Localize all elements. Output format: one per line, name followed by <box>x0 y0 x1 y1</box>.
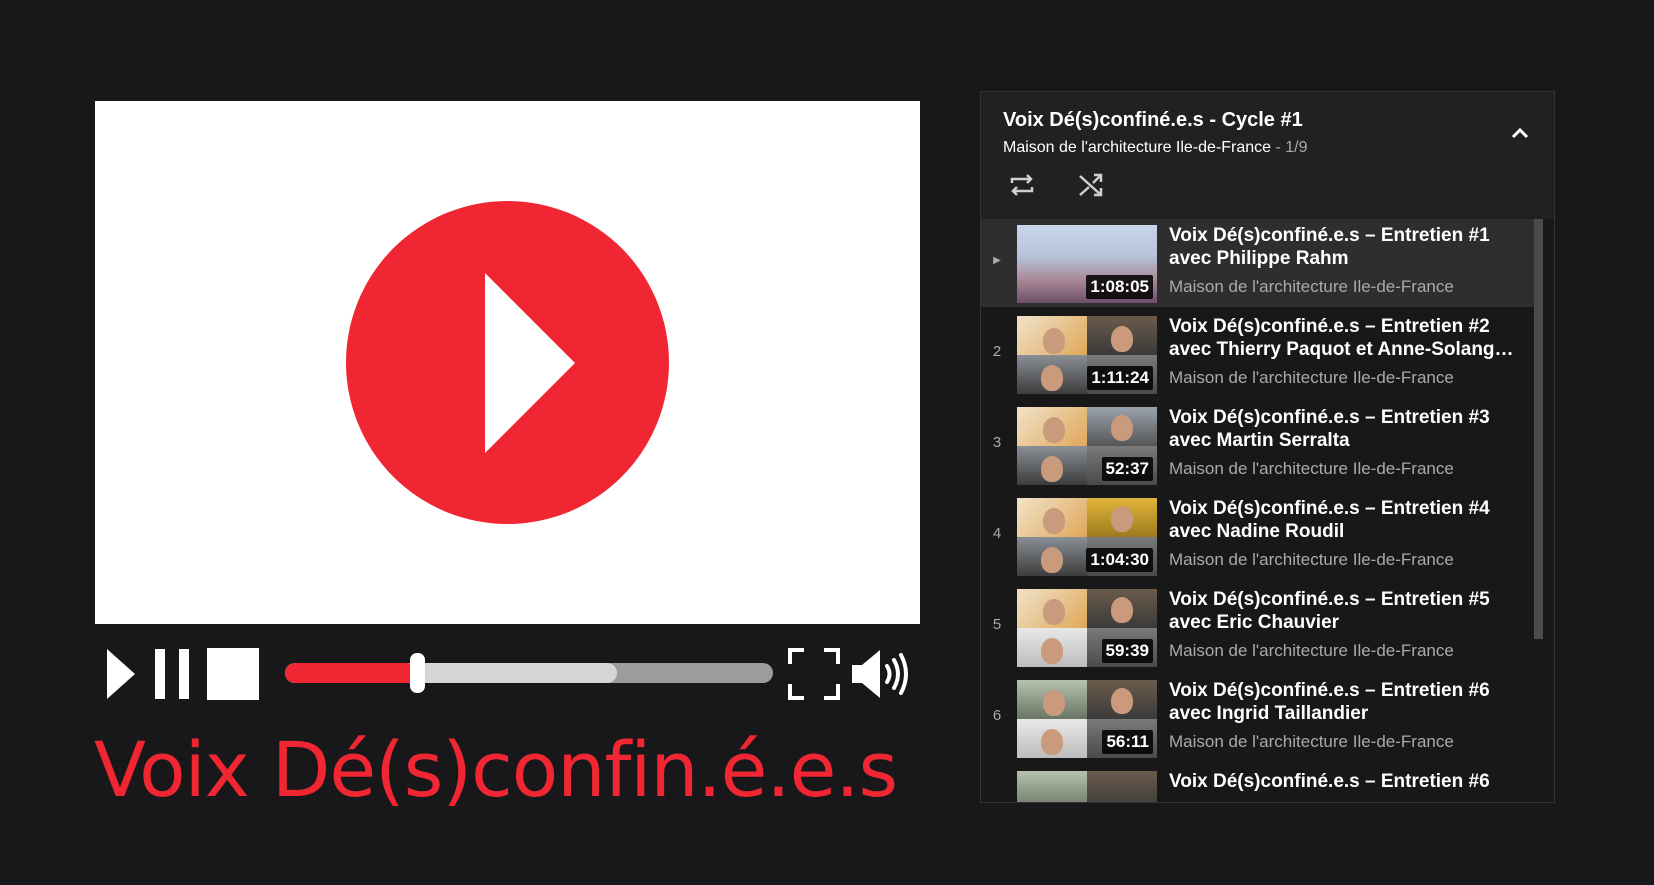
video-duration: 52:37 <box>1101 457 1153 481</box>
now-playing-icon: ▶ <box>993 255 1001 266</box>
thumbnail-image <box>1087 498 1157 537</box>
playlist-item[interactable]: Voix Dé(s)confiné.e.s – Entretien #6 <box>981 765 1541 802</box>
video-thumbnail[interactable]: 52:37 <box>1017 407 1157 485</box>
playlist-index: 2 <box>992 343 1002 360</box>
shuffle-icon <box>1079 173 1103 197</box>
video-title[interactable]: Voix Dé(s)confiné.e.s – Entretien #6 <box>1169 770 1519 793</box>
playlist-item[interactable]: 4 1:04:30 Voix Dé(s)confiné.e.s – Entret… <box>981 492 1541 580</box>
thumbnail-image <box>1017 589 1087 628</box>
video-channel: Maison de l'architecture Ile-de-France <box>1169 277 1454 296</box>
video-title[interactable]: Voix Dé(s)confiné.e.s – Entretien #5 ave… <box>1169 588 1519 634</box>
thumbnail-image <box>1017 719 1087 758</box>
playlist-index: 6 <box>992 707 1002 724</box>
thumbnail-image <box>1017 355 1087 394</box>
video-channel: Maison de l'architecture Ile-de-France <box>1169 550 1454 569</box>
video-title[interactable]: Voix Dé(s)confiné.e.s – Entretien #2 ave… <box>1169 315 1519 361</box>
loop-button[interactable] <box>1007 170 1037 200</box>
thumbnail-image <box>1017 446 1087 485</box>
chevron-up-icon <box>1511 127 1529 139</box>
repeat-icon <box>1010 174 1034 196</box>
video-thumbnail[interactable]: 59:39 <box>1017 589 1157 667</box>
video-duration: 1:11:24 <box>1087 366 1153 390</box>
video-title[interactable]: Voix Dé(s)confiné.e.s – Entretien #3 ave… <box>1169 406 1519 452</box>
playlist-item[interactable]: 5 59:39 Voix Dé(s)confiné.e.s – Entretie… <box>981 583 1541 671</box>
playlist-scrollbar[interactable] <box>1534 219 1543 639</box>
playlist-item[interactable]: 2 1:11:24 Voix Dé(s)confiné.e.s – Entret… <box>981 310 1541 398</box>
playlist-item[interactable]: 6 56:11 Voix Dé(s)confiné.e.s – Entretie… <box>981 674 1541 762</box>
video-channel: Maison de l'architecture Ile-de-France <box>1169 368 1454 387</box>
pause-button[interactable] <box>155 649 189 699</box>
video-title[interactable]: Voix Dé(s)confiné.e.s – Entretien #6 ave… <box>1169 679 1519 725</box>
video-channel: Maison de l'architecture Ile-de-France <box>1169 732 1454 751</box>
video-thumbnail[interactable]: 1:04:30 <box>1017 498 1157 576</box>
video-duration: 1:08:05 <box>1086 275 1153 299</box>
thumbnail-image <box>1087 407 1157 446</box>
video-duration: 56:11 <box>1102 730 1153 754</box>
playlist-item[interactable]: 3 52:37 Voix Dé(s)confiné.e.s – Entretie… <box>981 401 1541 489</box>
thumbnail-image <box>1087 589 1157 628</box>
playlist-header: Voix Dé(s)confiné.e.s - Cycle #1 Maison … <box>981 92 1554 218</box>
thumbnail-image <box>1017 316 1087 355</box>
thumbnail-image <box>1017 407 1087 446</box>
progress-played <box>285 663 417 683</box>
thumbnail-image <box>1087 771 1157 802</box>
video-thumbnail[interactable]: 1:11:24 <box>1017 316 1157 394</box>
thumbnail-image <box>1017 771 1087 802</box>
playlist-index: 5 <box>992 616 1002 633</box>
playlist-index: 3 <box>992 434 1002 451</box>
video-channel: Maison de l'architecture Ile-de-France <box>1169 641 1454 660</box>
stop-button[interactable] <box>207 648 259 700</box>
playlist-item[interactable]: ▶ 1:08:05 Voix Dé(s)confiné.e.s – Entret… <box>981 219 1541 307</box>
brand-title: Voix Dé(s)confin.é.e.s <box>94 725 898 814</box>
collapse-button[interactable] <box>1508 122 1532 146</box>
video-duration: 1:04:30 <box>1086 548 1153 572</box>
playlist-panel: Voix Dé(s)confiné.e.s - Cycle #1 Maison … <box>980 91 1555 803</box>
video-title[interactable]: Voix Dé(s)confiné.e.s – Entretien #1 ave… <box>1169 224 1519 270</box>
video-title[interactable]: Voix Dé(s)confiné.e.s – Entretien #4 ave… <box>1169 497 1519 543</box>
volume-icon <box>852 650 908 698</box>
shuffle-button[interactable] <box>1076 170 1106 200</box>
player-controls <box>95 645 920 705</box>
play-icon <box>485 273 575 453</box>
video-thumbnail[interactable]: 56:11 <box>1017 680 1157 758</box>
fullscreen-icon <box>788 648 840 700</box>
video-screen[interactable] <box>95 101 920 624</box>
playlist-title[interactable]: Voix Dé(s)confiné.e.s - Cycle #1 <box>1003 109 1303 132</box>
thumbnail-image <box>1087 680 1157 719</box>
video-duration: 59:39 <box>1101 639 1153 663</box>
playlist-index: 4 <box>992 525 1002 542</box>
thumbnail-image <box>1017 537 1087 576</box>
playlist-channel[interactable]: Maison de l'architecture Ile-de-France <box>1003 139 1271 156</box>
video-thumbnail[interactable] <box>1017 771 1157 802</box>
playlist-position: - 1/9 <box>1271 139 1308 156</box>
video-thumbnail[interactable]: 1:08:05 <box>1017 225 1157 303</box>
fullscreen-button[interactable] <box>788 648 840 700</box>
progress-handle[interactable] <box>409 653 425 693</box>
big-play-button[interactable] <box>346 201 669 524</box>
volume-button[interactable] <box>850 647 910 701</box>
thumbnail-image <box>1017 628 1087 667</box>
thumbnail-image <box>1017 680 1087 719</box>
playlist-list[interactable]: ▶ 1:08:05 Voix Dé(s)confiné.e.s – Entret… <box>981 219 1554 802</box>
playlist-subtitle: Maison de l'architecture Ile-de-France -… <box>1003 139 1308 157</box>
thumbnail-image <box>1017 498 1087 537</box>
play-button[interactable] <box>107 649 135 699</box>
video-channel: Maison de l'architecture Ile-de-France <box>1169 459 1454 478</box>
thumbnail-image <box>1087 316 1157 355</box>
progress-bar[interactable] <box>285 663 773 683</box>
